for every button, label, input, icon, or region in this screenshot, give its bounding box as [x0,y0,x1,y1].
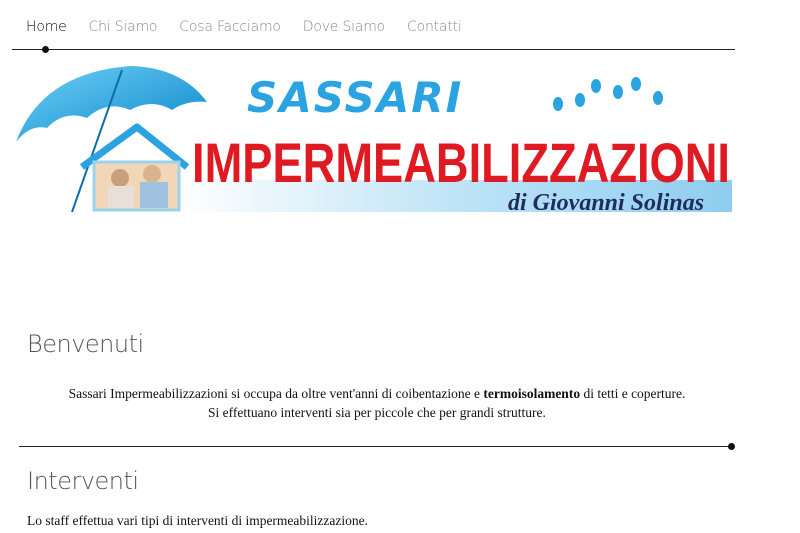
logo-graphic: SASSARI IMPERMEABILIZZAZIONI di Giovanni… [16,66,732,216]
section-divider [19,443,735,450]
nav-item-dove-siamo[interactable]: Dove Siamo [303,19,385,35]
intro-line2: Si effettuano interventi sia per piccole… [208,405,546,420]
nav-item-cosa-facciamo[interactable]: Cosa Facciamo [179,19,281,35]
nav-item-chi-siamo[interactable]: Chi Siamo [89,19,158,35]
interventi-text: Lo staff effettua vari tipi di intervent… [27,513,369,528]
raindrops-icon [553,77,663,111]
intro-text: Sassari Impermeabilizzazioni si occupa d… [12,384,742,422]
logo-banner: SASSARI IMPERMEABILIZZAZIONI di Giovanni… [12,62,737,217]
intro-line1-start: Sassari Impermeabilizzazioni si occupa d… [68,386,484,401]
logo-subtitle: di Giovanni Solinas [508,190,704,216]
heading-benvenuti: Benvenuti [27,330,144,358]
nav-item-home[interactable]: Home [26,19,67,53]
main-nav: Home Chi Siamo Cosa Facciamo Dove Siamo … [12,0,735,53]
nav-list: Home Chi Siamo Cosa Facciamo Dove Siamo … [26,19,484,53]
intro-line1-end: di tetti e coperture. [580,386,686,401]
logo-title-impermeabilizzazioni: IMPERMEABILIZZAZIONI [192,131,730,194]
intro-bold-termoisolamento: termoisolamento [483,386,581,401]
logo-title-sassari: SASSARI [247,73,463,122]
heading-interventi: Interventi [27,467,139,495]
nav-item-contatti[interactable]: Contatti [407,19,462,35]
